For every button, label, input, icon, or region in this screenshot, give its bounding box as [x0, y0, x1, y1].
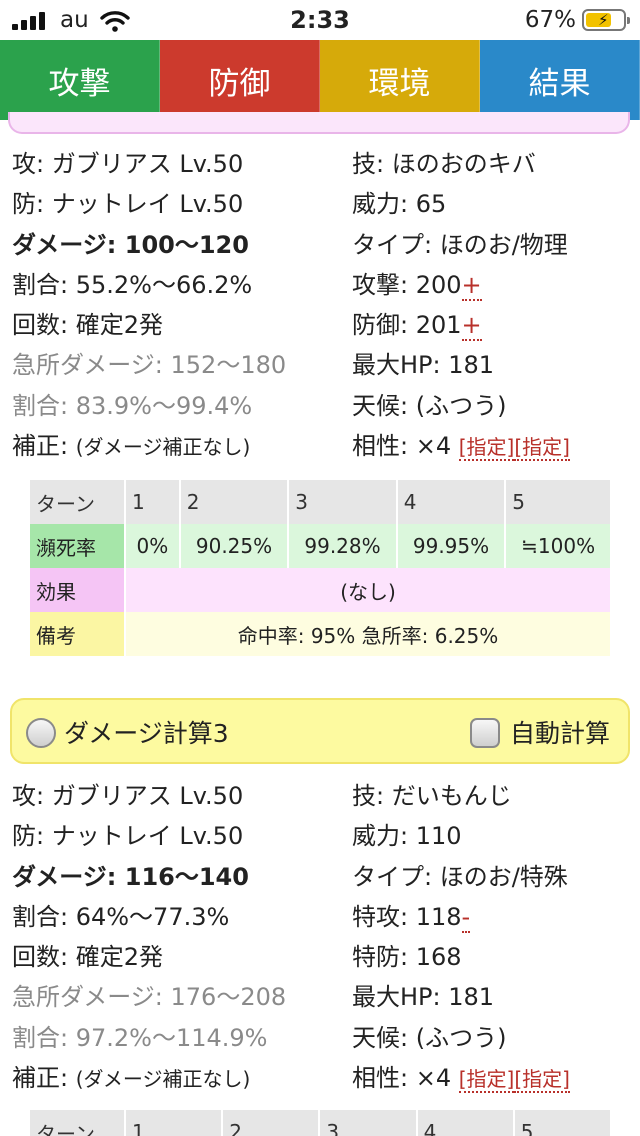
- status-bar: au 2:33 67% ⚡: [0, 0, 640, 40]
- spdef-stat-line: 特防: 168: [352, 943, 462, 972]
- table-header-cell: 5: [514, 1110, 610, 1136]
- max-hp-line: 最大HP: 181: [352, 983, 495, 1012]
- select-radio[interactable]: [26, 718, 56, 748]
- kill-rate-row: 瀕死率 0% 90.25% 99.28% 99.95% ≒100%: [30, 524, 610, 568]
- kill-rate-label: 瀕死率: [30, 524, 124, 568]
- tab-result[interactable]: 結果: [480, 40, 640, 120]
- modifier-label: 補正:: [12, 1064, 76, 1093]
- hits-line: 回数: 確定2発: [12, 943, 163, 972]
- defender-line: 防: ナットレイ Lv.50: [12, 190, 244, 219]
- type-line: タイプ: ほのお/物理: [352, 230, 568, 259]
- table-header-cell: 1: [126, 1110, 222, 1136]
- spatk-nature-mark[interactable]: -: [461, 902, 471, 933]
- crit-damage-line: 急所ダメージ: 176〜208: [12, 983, 287, 1012]
- damage-line: ダメージ: 100〜120: [12, 230, 249, 259]
- modifier-label: 補正:: [12, 432, 76, 461]
- move-line: 技: だいもんじ: [352, 782, 512, 810]
- tab-defense[interactable]: 防御: [160, 40, 320, 120]
- affinity-line: 相性: ×4 [指定][指定]: [352, 426, 632, 466]
- modifier-value: (ダメージ補正なし): [75, 435, 251, 460]
- note-label: 備考: [30, 612, 124, 656]
- turn-table-2: ターン 1 2 3 4 5 瀕死率 0% 90.25% 99.28% 99.95…: [28, 480, 612, 656]
- attack-stat-line: 攻撃: 200+: [352, 265, 632, 305]
- affinity-label: 相性: ×4: [352, 1064, 459, 1093]
- table-header-cell: 1: [126, 480, 179, 524]
- attacker-line: 攻: ガブリアス Lv.50: [12, 782, 244, 810]
- attack-nature-mark[interactable]: +: [461, 270, 482, 301]
- table-header-cell: 5: [506, 480, 610, 524]
- move-line: 技: ほのおのキバ: [352, 150, 536, 178]
- table-header-cell: 3: [320, 1110, 416, 1136]
- table-header-cell: 2: [180, 480, 288, 524]
- defense-stat-line: 防御: 201+: [352, 305, 632, 345]
- type-line: タイプ: ほのお/特殊: [352, 862, 568, 891]
- table-header-turn: ターン: [30, 480, 124, 524]
- modifier-value: (ダメージ補正なし): [75, 1067, 251, 1092]
- power-line: 威力: 110: [352, 822, 462, 851]
- section-header-bottom: [8, 112, 630, 134]
- defense-nature-mark[interactable]: +: [461, 311, 482, 342]
- ratio-line: 割合: 64%〜77.3%: [12, 902, 230, 931]
- designate-link-2[interactable]: [指定]: [514, 1067, 570, 1094]
- tab-attack[interactable]: 攻撃: [0, 40, 160, 120]
- table-header-cell: 4: [397, 480, 505, 524]
- kill-rate-cell: 0%: [126, 524, 179, 568]
- defender-line: 防: ナットレイ Lv.50: [12, 822, 244, 851]
- effect-value: (なし): [126, 568, 610, 612]
- crit-ratio-line: 割合: 83.9%〜99.4%: [12, 391, 253, 420]
- power-line: 威力: 65: [352, 190, 447, 219]
- table-header-row: ターン 1 2 3 4 5: [30, 1110, 610, 1136]
- damage-line: ダメージ: 116〜140: [12, 862, 249, 891]
- auto-calc-checkbox[interactable]: [470, 718, 500, 748]
- weather-line: 天候: (ふつう): [352, 391, 507, 420]
- turn-table-3: ターン 1 2 3 4 5: [28, 1110, 612, 1136]
- table-header-row: ターン 1 2 3 4 5: [30, 480, 610, 524]
- defense-stat-label: 防御: 201: [352, 311, 462, 340]
- hits-line: 回数: 確定2発: [12, 311, 163, 340]
- kill-rate-cell: 99.28%: [289, 524, 396, 568]
- note-row: 備考 命中率: 95% 急所率: 6.25%: [30, 612, 610, 656]
- weather-line: 天候: (ふつう): [352, 1023, 507, 1052]
- crit-damage-line: 急所ダメージ: 152〜180: [12, 351, 287, 380]
- table-header-cell: 4: [417, 1110, 513, 1136]
- battery-charging-icon: ⚡: [582, 9, 630, 31]
- kill-rate-cell: 99.95%: [397, 524, 505, 568]
- auto-calc-label[interactable]: 自動計算: [510, 714, 610, 750]
- spatk-stat-label: 特攻: 118: [352, 902, 462, 931]
- ratio-line: 割合: 55.2%〜66.2%: [12, 270, 253, 299]
- designate-link-1[interactable]: [指定]: [458, 435, 515, 462]
- designate-link-2[interactable]: [指定]: [514, 435, 570, 462]
- designate-link-1[interactable]: [指定]: [458, 1067, 515, 1094]
- tab-bar: 攻撃 防御 環境 結果: [0, 40, 640, 120]
- modifier-line: 補正: (ダメージ補正なし): [12, 1058, 352, 1098]
- affinity-label: 相性: ×4: [352, 432, 459, 461]
- max-hp-line: 最大HP: 181: [352, 351, 495, 380]
- kill-rate-cell: ≒100%: [506, 524, 610, 568]
- damage-calc-3-header: ダメージ計算3 自動計算: [10, 698, 630, 764]
- spatk-stat-line: 特攻: 118-: [352, 897, 632, 937]
- tab-environment[interactable]: 環境: [320, 40, 480, 120]
- effect-label: 効果: [30, 568, 124, 612]
- table-header-cell: 2: [223, 1110, 319, 1136]
- damage-calc-3-title: ダメージ計算3: [64, 719, 229, 748]
- note-value: 命中率: 95% 急所率: 6.25%: [126, 612, 610, 656]
- effect-row: 効果 (なし): [30, 568, 610, 612]
- modifier-line: 補正: (ダメージ補正なし): [12, 426, 352, 466]
- table-header-cell: 3: [289, 480, 396, 524]
- attacker-line: 攻: ガブリアス Lv.50: [12, 150, 244, 178]
- crit-ratio-line: 割合: 97.2%〜114.9%: [12, 1023, 268, 1052]
- kill-rate-cell: 90.25%: [180, 524, 288, 568]
- attack-stat-label: 攻撃: 200: [352, 270, 462, 299]
- table-header-turn: ターン: [30, 1110, 124, 1136]
- battery-percent: 67%: [524, 7, 576, 33]
- affinity-line: 相性: ×4 [指定][指定]: [352, 1058, 632, 1098]
